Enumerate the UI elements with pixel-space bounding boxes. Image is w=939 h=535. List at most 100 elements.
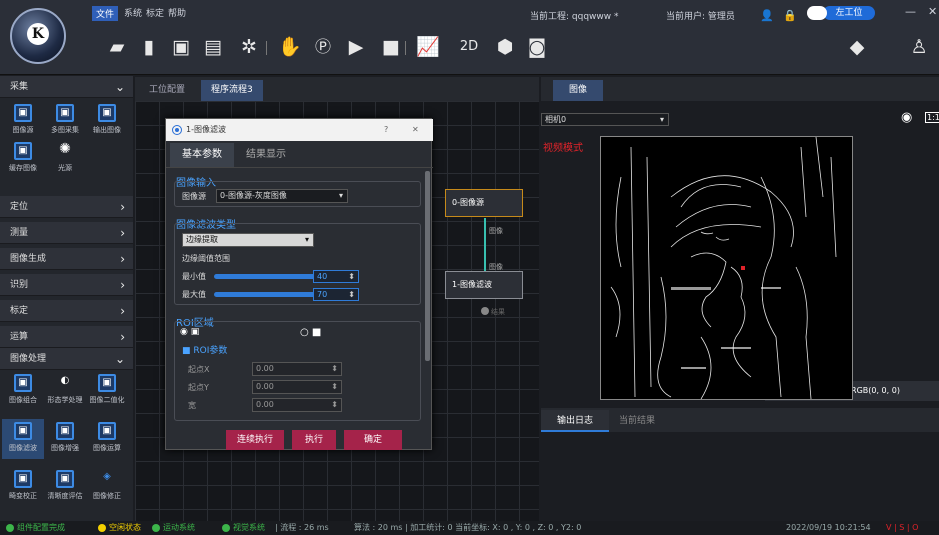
tool-enhance[interactable]: ▣ 图像增强 [44,422,86,453]
new-file-icon[interactable]: ▮ [138,36,160,58]
roi-params-checkbox[interactable]: ■ ROI参数 [182,343,227,356]
dropdown-arrow-icon: ▾ [659,115,664,124]
menu-calibrate[interactable]: 标定 [146,6,164,19]
stop-icon[interactable]: ■ [380,36,402,58]
hand-icon[interactable]: ✋ [278,36,302,58]
filter-type-select[interactable]: 边缘提取 ▾ [182,233,314,247]
tool-image-filter[interactable]: ▣ 图像滤波 [2,419,44,459]
tool-morphology[interactable]: ◐ 形态学处理 [44,374,86,405]
min-slider-track[interactable] [214,274,318,279]
roi-start-x-input[interactable]: 0.00 ⬍ [252,362,342,376]
tab-station-config[interactable]: 工位配置 [139,80,195,101]
roi-params-label: ROI参数 [193,346,228,356]
category-image-processing[interactable]: 图像处理 ⌄ [0,348,133,370]
lock-icon[interactable]: 🔒 [783,9,797,22]
tool-sharpness[interactable]: ▣ 清晰度评估 [44,470,86,501]
flow-node-image-source[interactable]: 0-图像源 [445,189,523,217]
tool-image-combine[interactable]: ▣ 图像组合 [2,374,44,405]
confirm-button[interactable]: 确定 [344,430,402,450]
zoom-1to1-icon[interactable]: 1:1 [925,112,939,123]
camera-select[interactable]: 相机0 ▾ [541,113,669,126]
image-source-select[interactable]: 0-图像源-灰度图像 ▾ [216,189,348,203]
dialog-titlebar: 1-图像滤波 ? ✕ [166,119,433,141]
category-capture[interactable]: 采集 ⌄ [0,76,133,98]
save-icon[interactable]: ▣ [170,36,192,58]
tool-image-fix[interactable]: ◈ 图像修正 [86,470,128,501]
tool-label: 图像修正 [93,492,121,500]
max-value-spinbox[interactable]: 70 ⬍ [313,288,359,301]
category-locate[interactable]: 定位 › [0,196,133,218]
settings-icon[interactable]: ✲ [238,36,260,58]
category-image-gen[interactable]: 图像生成 › [0,248,133,270]
flow-connector [484,218,486,272]
run-button[interactable]: 执行 [292,430,336,450]
tool-binarize[interactable]: ▣ 图像二值化 [86,374,128,405]
tool-light[interactable]: ✺ 光源 [44,142,86,173]
dialog-scrollbar[interactable] [425,171,430,361]
log-panel: 输出日志 当前结果 [541,408,939,521]
status-text: 运动系统 [163,523,195,532]
tab-program-flow[interactable]: 程序流程3 [201,80,263,101]
datetime: 2022/09/19 10:21:54 [786,523,871,532]
category-recognize[interactable]: 识别 › [0,274,133,296]
category-compute[interactable]: 运算 › [0,326,133,348]
category-measure[interactable]: 测量 › [0,222,133,244]
3d-cube-icon[interactable]: ⬢ [494,36,516,58]
max-slider-track[interactable] [214,292,321,297]
chevron-right-icon: › [120,226,125,240]
play-icon[interactable]: ▶ [345,36,367,58]
light-icon: ✺ [59,141,71,157]
roi-custom-radio[interactable]: ○ ■ [300,327,321,338]
menu-file[interactable]: 文件 [92,6,119,21]
menu-system[interactable]: 系统 [124,6,142,19]
chevron-down-icon: ⌄ [114,80,125,94]
tool-image-compute[interactable]: ▣ 图像运算 [86,422,128,453]
tool-label: 图像增强 [51,444,79,452]
2d-icon[interactable]: 2D [458,36,480,58]
min-value-spinbox[interactable]: 40 ⬍ [313,270,359,283]
tool-image-source[interactable]: ▣ 图像源 [2,104,44,135]
edge-image-view[interactable] [600,136,853,400]
tool-distortion-correct[interactable]: ▣ 畸变校正 [2,470,44,501]
user-icon[interactable]: 👤 [760,9,774,22]
roi-width-input[interactable]: 0.00 ⬍ [252,398,342,412]
tab-output-log[interactable]: 输出日志 [541,410,609,432]
camera-icon[interactable]: ◙ [526,36,548,58]
flow-node-image-filter[interactable]: 1-图像滤波 [445,271,523,299]
category-calibrate[interactable]: 标定 › [0,300,133,322]
station-toggle[interactable] [807,6,827,20]
status-flags: V | S | O [886,523,919,532]
minimize-icon[interactable]: — [905,5,916,18]
node-label: 1-图像滤波 [452,280,492,289]
user-settings-icon[interactable]: ♙ [908,36,930,58]
continuous-run-button[interactable]: 连续执行 [226,430,284,450]
chart-icon[interactable]: 📈 [416,36,440,58]
save-as-icon[interactable]: ▤ [202,36,224,58]
roi-field-label: 宽 [188,401,196,410]
input-value: 0.00 [256,364,274,373]
station-button[interactable]: 左工位 [823,6,875,20]
alert-icon[interactable]: ◆ [846,36,868,58]
tab-image[interactable]: 图像 [553,80,603,101]
image-icon: ▣ [14,104,32,122]
tab-current-result[interactable]: 当前结果 [619,410,655,432]
tool-output-image[interactable]: ▣ 输出图像 [86,104,128,135]
help-button[interactable]: ? [384,119,388,141]
roi-full-radio[interactable]: ◉ ▣ [180,327,199,337]
tool-label: 图像组合 [9,396,37,404]
eye-icon[interactable]: ◉ [901,110,912,125]
dialog-close-button[interactable]: ✕ [412,119,419,141]
algo-stats: 算法 : 20 ms | 加工统计: 0 当前坐标: X: 0 , Y: 0 ,… [354,523,582,532]
chevron-down-icon: ⌄ [114,352,125,366]
close-icon[interactable]: ✕ [928,5,937,18]
tool-multi-capture[interactable]: ▣ 多图采集 [44,104,86,135]
roi-start-y-input[interactable]: 0.00 ⬍ [252,380,342,394]
p-circle-icon[interactable]: Ⓟ [312,36,334,58]
tool-label: 缓存图像 [9,164,37,172]
menu-help[interactable]: 帮助 [168,6,186,19]
tool-cache-image[interactable]: ▣ 缓存图像 [2,142,44,173]
tab-basic-params[interactable]: 基本参数 [170,143,234,167]
spin-arrows-icon: ⬍ [348,272,355,281]
tab-result-display[interactable]: 结果显示 [234,143,298,167]
open-folder-icon[interactable]: ▰ [106,36,128,58]
